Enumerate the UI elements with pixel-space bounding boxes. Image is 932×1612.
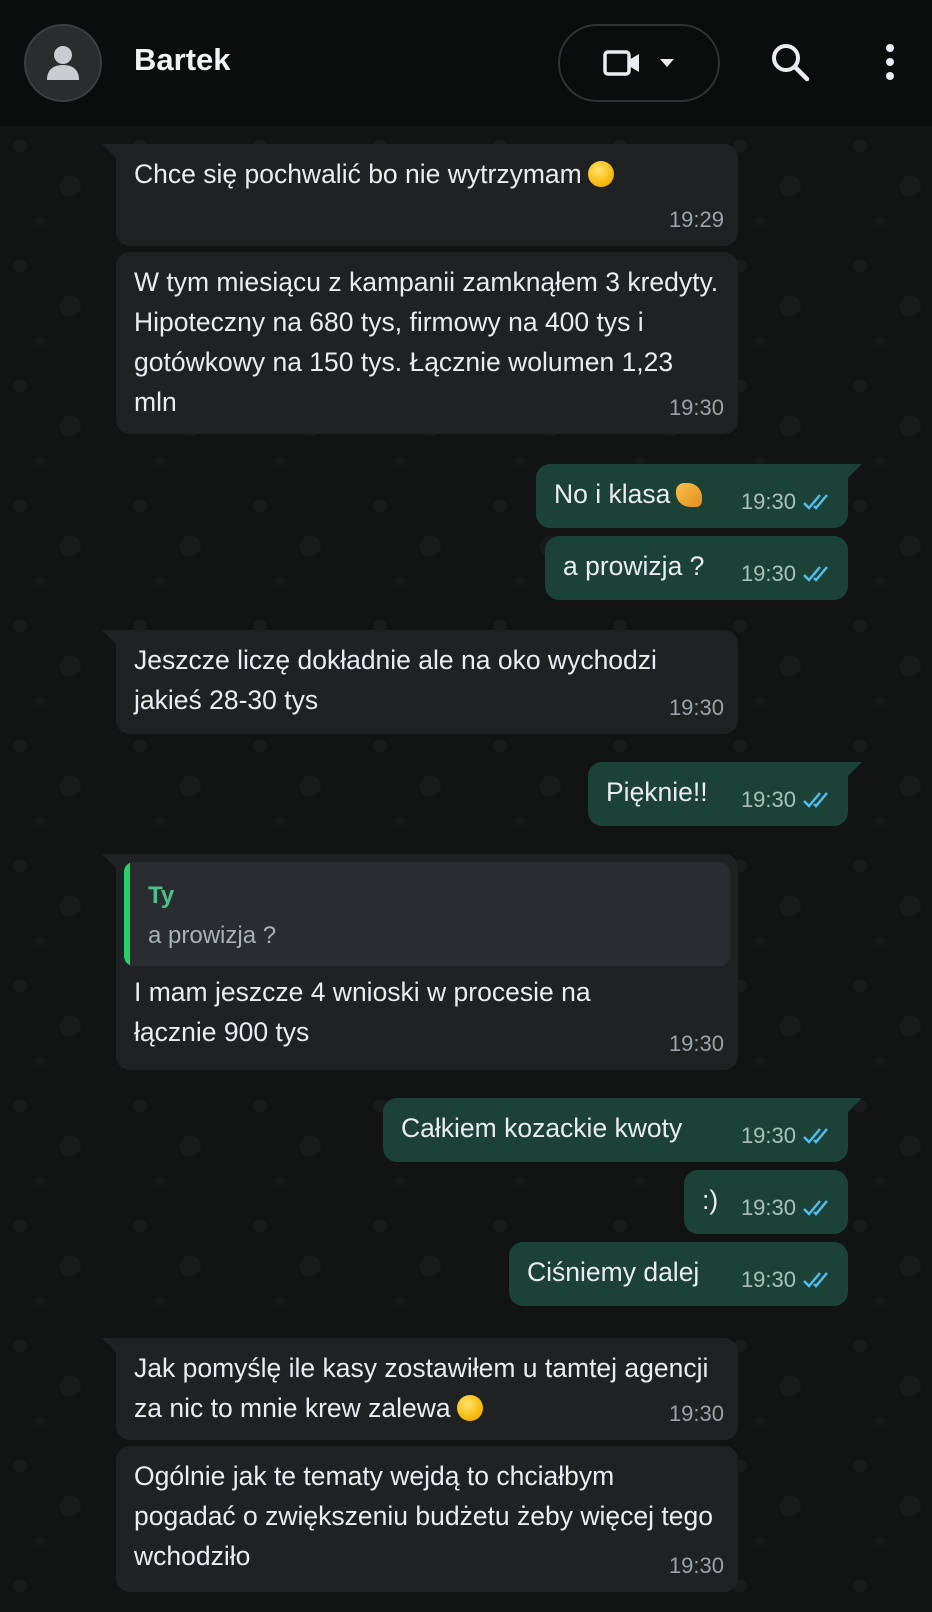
message-time: 19:30 <box>741 1116 834 1156</box>
chat-header: Bartek <box>0 0 932 126</box>
double-check-icon <box>803 1128 828 1144</box>
double-check-icon <box>803 494 828 510</box>
outgoing-message[interactable]: Ciśniemy dalej 19:30 <box>509 1242 848 1306</box>
message-time: 19:30 <box>668 1401 724 1426</box>
quote-accent-bar <box>124 862 130 966</box>
video-call-button[interactable] <box>558 24 720 102</box>
quote-text: a prowizja ? <box>148 922 277 949</box>
search-icon <box>772 44 810 82</box>
chevron-down-icon <box>660 59 674 67</box>
incoming-message[interactable]: Jeszcze liczę dokładnie ale na oko wycho… <box>102 630 738 734</box>
double-check-icon <box>803 1272 828 1288</box>
message-time: 19:30 <box>741 482 834 522</box>
double-check-icon <box>803 792 828 808</box>
message-time: 19:30 <box>741 1260 834 1300</box>
contact-name[interactable]: Bartek <box>134 42 231 78</box>
message-text: :) <box>702 1185 719 1215</box>
message-time: 19:30 <box>741 780 834 820</box>
message-text: Ciśniemy dalej <box>527 1257 700 1287</box>
more-options-button[interactable] <box>872 42 908 86</box>
search-button[interactable] <box>770 42 814 86</box>
outgoing-message[interactable]: No i klasa 19:30 <box>536 464 862 528</box>
contact-avatar[interactable] <box>24 24 102 102</box>
message-text: I mam jeszcze 4 wnioski w procesie na łą… <box>134 977 591 1047</box>
more-vertical-icon <box>886 44 894 80</box>
video-camera-icon <box>603 50 639 76</box>
message-text: W tym miesiącu z kampanii zamknąłem 3 kr… <box>134 267 719 417</box>
quoted-message[interactable]: Ty a prowizja ? <box>124 862 730 966</box>
message-time: 19:30 <box>741 554 834 594</box>
person-icon <box>47 46 79 80</box>
chat-area[interactable]: Chce się pochwalić bo nie wytrzymam 19:2… <box>0 126 932 1612</box>
quote-author: Ty <box>148 882 175 909</box>
flexed-biceps-emoji-icon <box>676 483 703 507</box>
upside-down-face-emoji-icon <box>456 1395 483 1421</box>
message-time: 19:30 <box>668 395 724 420</box>
message-text: Całkiem kozackie kwoty <box>401 1113 683 1143</box>
double-check-icon <box>803 1200 828 1216</box>
message-time: 19:30 <box>741 1188 834 1228</box>
joy-emoji-icon <box>587 161 614 187</box>
outgoing-message[interactable]: a prowizja ? 19:30 <box>545 536 848 600</box>
incoming-message[interactable]: Ty a prowizja ? I mam jeszcze 4 wnioski … <box>102 854 738 1070</box>
double-check-icon <box>803 566 828 582</box>
incoming-message[interactable]: Jak pomyślę ile kasy zostawiłem u tamtej… <box>102 1338 738 1440</box>
message-time: 19:29 <box>668 207 724 232</box>
outgoing-message[interactable]: Pięknie!! 19:30 <box>588 762 862 826</box>
message-time: 19:30 <box>668 695 724 720</box>
incoming-message[interactable]: Chce się pochwalić bo nie wytrzymam 19:2… <box>102 144 738 246</box>
message-time: 19:30 <box>668 1031 724 1056</box>
message-text: No i klasa <box>554 479 671 509</box>
message-text: Ogólnie jak te tematy wejdą to chciałbym… <box>134 1461 713 1571</box>
outgoing-message[interactable]: :) 19:30 <box>684 1170 848 1234</box>
outgoing-message[interactable]: Całkiem kozackie kwoty 19:30 <box>383 1098 862 1162</box>
message-text: Jak pomyślę ile kasy zostawiłem u tamtej… <box>134 1353 709 1423</box>
incoming-message[interactable]: Ogólnie jak te tematy wejdą to chciałbym… <box>116 1446 738 1592</box>
message-time: 19:30 <box>668 1553 724 1578</box>
message-text: a prowizja ? <box>563 551 705 581</box>
message-text: Jeszcze liczę dokładnie ale na oko wycho… <box>134 645 657 715</box>
message-text: Chce się pochwalić bo nie wytrzymam <box>134 159 582 189</box>
message-text: Pięknie!! <box>606 777 708 807</box>
incoming-message[interactable]: W tym miesiącu z kampanii zamknąłem 3 kr… <box>116 252 738 434</box>
